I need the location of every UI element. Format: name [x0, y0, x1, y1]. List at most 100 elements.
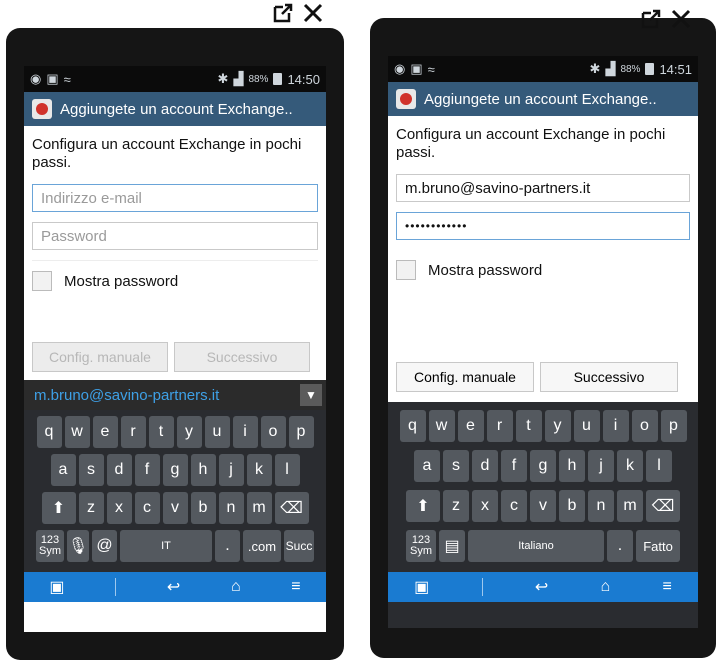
dot-key[interactable]: .: [215, 530, 240, 562]
outlook-nav-icon[interactable]: ▣: [414, 577, 429, 597]
key-q[interactable]: q: [399, 410, 426, 442]
space-key[interactable]: IT: [120, 530, 212, 562]
menu-icon[interactable]: ≡: [291, 578, 300, 596]
show-password-row[interactable]: Mostra password: [32, 260, 318, 301]
exchange-app-icon: [32, 99, 52, 119]
suggestion-text[interactable]: m.bruno@savino-partners.it: [34, 387, 219, 404]
key-u[interactable]: u: [573, 410, 600, 442]
external-link-icon[interactable]: [640, 8, 662, 30]
key-d[interactable]: d: [472, 450, 498, 482]
home-icon[interactable]: ⌂: [601, 578, 611, 596]
space-key[interactable]: Italiano: [468, 530, 604, 562]
key-b[interactable]: b: [559, 490, 585, 522]
key-a[interactable]: a: [50, 454, 76, 486]
done-key[interactable]: Fatto: [636, 530, 680, 562]
key-t[interactable]: t: [515, 410, 542, 442]
key-f[interactable]: f: [501, 450, 527, 482]
key-y[interactable]: y: [176, 416, 202, 448]
key-n[interactable]: n: [588, 490, 614, 522]
key-a[interactable]: a: [414, 450, 440, 482]
key-q[interactable]: q: [36, 416, 62, 448]
key-v[interactable]: v: [162, 492, 188, 524]
at-key[interactable]: @: [92, 530, 117, 562]
key-s[interactable]: s: [78, 454, 104, 486]
home-icon[interactable]: ⌂: [231, 578, 241, 596]
show-password-row[interactable]: Mostra password: [396, 250, 690, 290]
key-r[interactable]: r: [486, 410, 513, 442]
key-l[interactable]: l: [646, 450, 672, 482]
key-y[interactable]: y: [544, 410, 571, 442]
key-j[interactable]: j: [218, 454, 244, 486]
key-c[interactable]: c: [501, 490, 527, 522]
key-b[interactable]: b: [190, 492, 216, 524]
battery-text: 88%: [620, 63, 641, 75]
dotcom-key[interactable]: .com: [243, 530, 281, 562]
next-button[interactable]: Successivo: [174, 342, 310, 372]
password-field[interactable]: Password: [32, 222, 318, 250]
email-field[interactable]: Indirizzo e-mail: [32, 184, 318, 212]
key-z[interactable]: z: [443, 490, 469, 522]
key-h[interactable]: h: [559, 450, 585, 482]
sym-key[interactable]: 123 Sym: [36, 530, 64, 562]
backspace-key[interactable]: ⌫: [646, 490, 680, 522]
key-w[interactable]: w: [428, 410, 455, 442]
key-h[interactable]: h: [190, 454, 216, 486]
outlook-icon: ▣: [46, 71, 59, 86]
key-n[interactable]: n: [218, 492, 244, 524]
key-e[interactable]: e: [457, 410, 484, 442]
next-button[interactable]: Successivo: [540, 362, 678, 392]
key-x[interactable]: x: [472, 490, 498, 522]
key-l[interactable]: l: [274, 454, 300, 486]
key-u[interactable]: u: [204, 416, 230, 448]
key-i[interactable]: i: [602, 410, 629, 442]
key-f[interactable]: f: [134, 454, 160, 486]
external-link-icon[interactable]: [272, 2, 294, 24]
manual-config-button[interactable]: Config. manuale: [396, 362, 534, 392]
shift-key[interactable]: ⬆: [406, 490, 440, 522]
key-m[interactable]: m: [617, 490, 643, 522]
app-titlebar: Aggiungete un account Exchange..: [24, 92, 326, 126]
show-password-checkbox[interactable]: [396, 260, 416, 280]
key-o[interactable]: o: [260, 416, 286, 448]
key-i[interactable]: i: [232, 416, 258, 448]
key-k[interactable]: k: [617, 450, 643, 482]
sym-key[interactable]: 123 Sym: [406, 530, 436, 562]
key-g[interactable]: g: [530, 450, 556, 482]
manual-config-button[interactable]: Config. manuale: [32, 342, 168, 372]
close-icon[interactable]: [670, 8, 692, 30]
key-r[interactable]: r: [120, 416, 146, 448]
key-s[interactable]: s: [443, 450, 469, 482]
key-t[interactable]: t: [148, 416, 174, 448]
show-password-checkbox[interactable]: [32, 271, 52, 291]
key-d[interactable]: d: [106, 454, 132, 486]
key-w[interactable]: w: [64, 416, 90, 448]
key-v[interactable]: v: [530, 490, 556, 522]
key-o[interactable]: o: [631, 410, 658, 442]
close-icon[interactable]: [302, 2, 324, 24]
key-x[interactable]: x: [106, 492, 132, 524]
key-c[interactable]: c: [134, 492, 160, 524]
dot-key[interactable]: .: [607, 530, 633, 562]
key-g[interactable]: g: [162, 454, 188, 486]
chevron-down-icon[interactable]: ▼: [300, 384, 322, 406]
backspace-key[interactable]: ⌫: [274, 492, 309, 524]
key-e[interactable]: e: [92, 416, 118, 448]
screen-left: ◉ ▣ ≈ ✱ ▟ 88% 14:50 Aggiungete un account Exc…: [24, 66, 326, 632]
key-m[interactable]: m: [246, 492, 272, 524]
shift-key[interactable]: ⬆: [41, 492, 76, 524]
key-j[interactable]: j: [588, 450, 614, 482]
microphone-icon[interactable]: 🎙: [67, 530, 89, 562]
key-p[interactable]: p: [288, 416, 314, 448]
clipboard-icon[interactable]: ▤: [439, 530, 465, 562]
key-p[interactable]: p: [660, 410, 687, 442]
back-icon[interactable]: ↩: [535, 577, 548, 597]
key-k[interactable]: k: [246, 454, 272, 486]
exchange-app-icon: [396, 89, 416, 109]
password-field[interactable]: ••••••••••••: [396, 212, 690, 240]
menu-icon[interactable]: ≡: [662, 578, 671, 596]
next-key[interactable]: Succ: [284, 530, 314, 562]
email-field[interactable]: m.bruno@savino-partners.it: [396, 174, 690, 202]
back-icon[interactable]: ↩: [167, 577, 180, 597]
key-z[interactable]: z: [78, 492, 104, 524]
outlook-nav-icon[interactable]: ▣: [49, 577, 64, 597]
